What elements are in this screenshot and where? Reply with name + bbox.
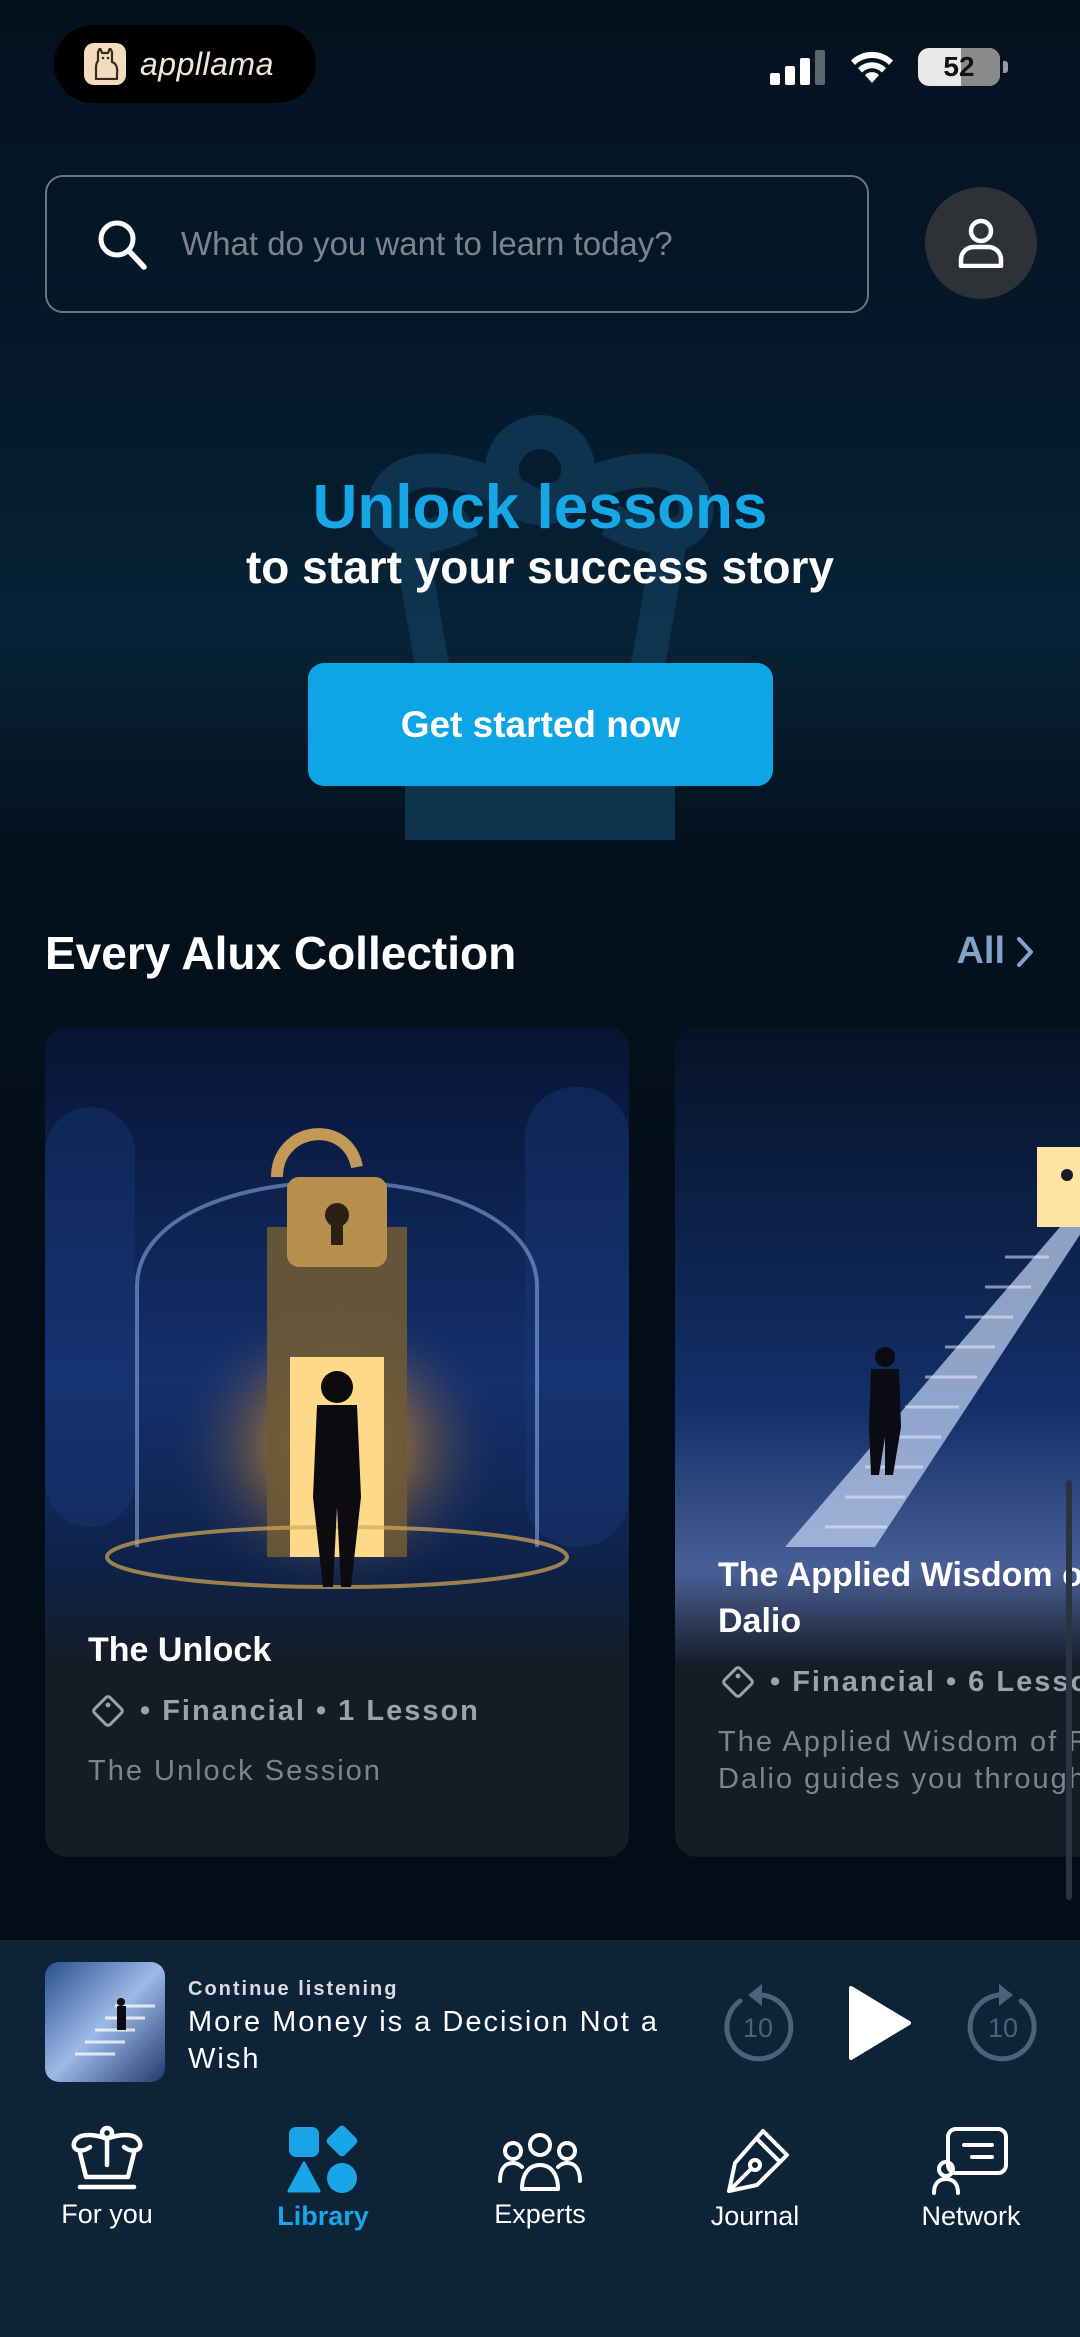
chevron-right-icon [1017, 936, 1033, 967]
network-icon [932, 2127, 1008, 2195]
rewind-seconds: 10 [743, 2013, 773, 2043]
collection-card[interactable]: The Unlock • Financial • 1 Lesson The Un… [45, 1027, 629, 1857]
tab-journal[interactable]: Journal [655, 2125, 855, 2235]
profile-button[interactable] [925, 187, 1037, 299]
app-name: appllama [140, 45, 274, 82]
card-meta: • Financial • 6 Lessons [718, 1662, 1080, 1702]
forward-seconds: 10 [988, 2013, 1018, 2043]
rewind-icon: 10 [724, 1984, 794, 2062]
card-description: The Unlock Session [88, 1755, 382, 1787]
search-icon [98, 220, 147, 270]
app-switcher-pill[interactable]: appllama [54, 25, 316, 103]
see-all-label: All [956, 930, 1005, 972]
tab-network[interactable]: Network [871, 2125, 1071, 2235]
card-description: The Applied Wisdom of Ray Dalio guides y… [718, 1724, 1080, 1798]
hero-subtitle: to start your success story [245, 541, 834, 593]
battery-indicator: 52 [918, 48, 1000, 86]
tab-label: Network [921, 2201, 1021, 2231]
tag-diamond-icon [722, 1666, 754, 1698]
tab-label: Experts [494, 2199, 586, 2229]
collection-card[interactable]: The Applied Wisdom of Ray Dalio • Financ… [675, 1027, 1080, 1857]
tag-diamond-icon [92, 1695, 124, 1727]
hero-banner: Unlock lessons to start your success sto… [0, 380, 1080, 840]
card-description-line: The Applied Wisdom of Ray [718, 1726, 1080, 1758]
wifi-icon [851, 51, 893, 83]
player-kicker: Continue listening [188, 1978, 399, 2000]
search-bar[interactable] [45, 175, 869, 313]
mini-player[interactable]: Continue listening More Money is a Decis… [0, 1940, 1080, 2105]
llama-logo-icon [84, 43, 126, 85]
card-meta-text: • Financial • 6 Lessons [770, 1665, 1080, 1698]
tab-label: Journal [710, 2201, 800, 2231]
tab-experts[interactable]: Experts [440, 2125, 640, 2235]
card-meta: • Financial • 1 Lesson [88, 1691, 629, 1731]
card-title-line: Dalio [718, 1602, 802, 1640]
card-body: The Applied Wisdom of Ray Dalio • Financ… [675, 1552, 1080, 1798]
battery-cap [1003, 61, 1008, 73]
system-indicators: 52 [770, 48, 1008, 86]
user-icon [958, 218, 1004, 268]
player-track-title: More Money is a Decision Not a Wish [188, 2006, 659, 2075]
play-icon [849, 1985, 911, 2060]
search-input[interactable] [181, 225, 841, 263]
card-artwork-unlock [45, 1027, 629, 1667]
fast-forward-icon: 10 [967, 1984, 1037, 2062]
experts-icon [498, 2133, 582, 2191]
player-thumbnail [45, 1962, 165, 2082]
card-description-line: Dalio guides you through [718, 1763, 1080, 1795]
battery-level: 52 [943, 51, 975, 82]
status-bar: appllama 52 [0, 0, 1080, 130]
card-title: The Unlock [88, 1631, 272, 1669]
app-screen: appllama 52 What do you want to learn to… [0, 0, 1080, 2337]
tab-label: For you [61, 2199, 153, 2229]
card-title: The Applied Wisdom of Ray Dalio [718, 1552, 1080, 1644]
play-button[interactable] [840, 1980, 920, 2065]
forward-10-button[interactable]: 10 [963, 1981, 1043, 2065]
bottom-tab-bar: For you Library Experts Journal Network [0, 2105, 1080, 2337]
tab-label: Library [277, 2201, 369, 2231]
pen-icon [727, 2129, 789, 2193]
get-started-button[interactable]: Get started now [308, 663, 773, 786]
rewind-10-button[interactable]: 10 [718, 1981, 798, 2065]
tab-library[interactable]: Library [223, 2125, 423, 2235]
card-meta-text: • Financial • 1 Lesson [140, 1694, 480, 1727]
see-all-link[interactable]: All [956, 930, 1035, 973]
carousel-scrollbar[interactable] [1066, 1480, 1072, 1900]
library-icon [287, 2125, 358, 2193]
crown-icon [71, 2125, 143, 2190]
hero-title: Unlock lessons [312, 473, 768, 542]
tab-for-you[interactable]: For you [7, 2125, 207, 2235]
section-title: Every Alux Collection [45, 927, 517, 979]
card-title-line: The Applied Wisdom of Ray [718, 1556, 1080, 1594]
cellular-signal-icon [770, 50, 825, 85]
card-body: The Unlock • Financial • 1 Lesson The Un… [45, 1627, 629, 1790]
